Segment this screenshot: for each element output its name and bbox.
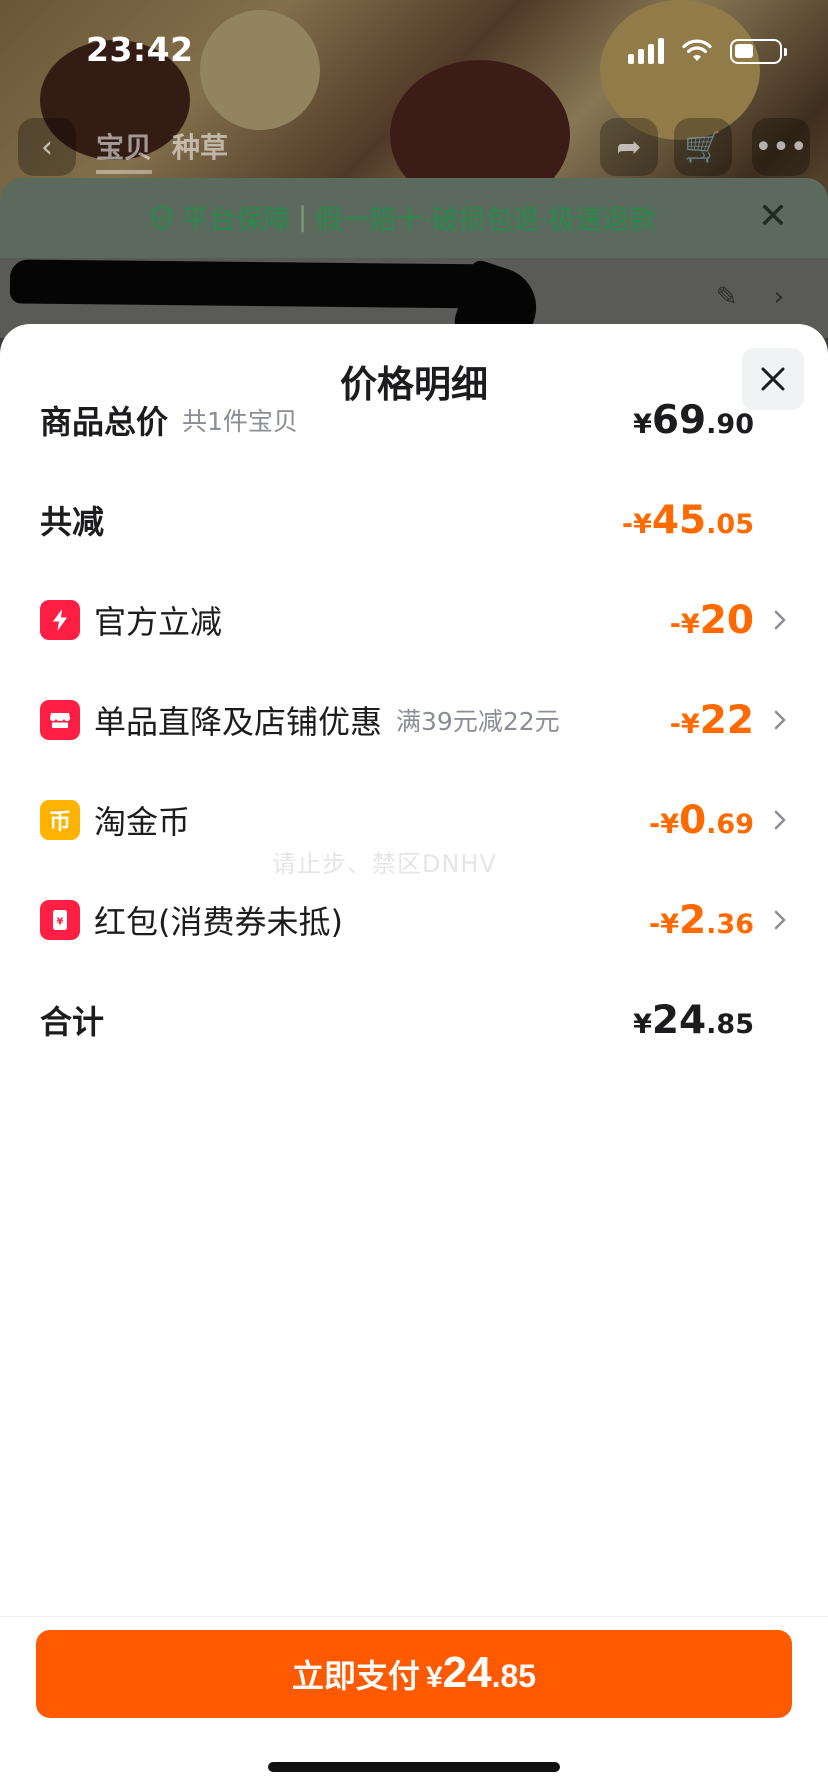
amount-decimal: .85	[706, 1009, 754, 1040]
more-button[interactable]: •••	[752, 118, 810, 176]
row-label: 红包(消费券未抵)	[94, 903, 343, 941]
redaction-mark	[9, 259, 501, 309]
amount-integer: 45	[651, 498, 707, 543]
amount-integer: 0	[679, 798, 707, 843]
row-shop-discount[interactable]: 单品直降及店铺优惠 满39元减22元 -¥ 22	[40, 690, 788, 750]
product-nav: ‹ 宝贝 种草 ➦ 🛒 •••	[0, 118, 828, 182]
chevron-right-icon	[774, 810, 786, 830]
status-bar: 23:42	[0, 0, 828, 100]
guarantee-detail: 假一赔十·破损包退·极速退款	[315, 205, 657, 236]
chevron-right-icon	[774, 710, 786, 730]
pay-currency: ¥	[425, 1661, 443, 1694]
red-packet-icon: ¥	[40, 900, 80, 940]
amount-currency: -¥	[649, 809, 680, 840]
row-amount: -¥ 0.69	[649, 798, 754, 843]
shield-check-icon	[151, 205, 173, 230]
row-label: 合计	[40, 1003, 105, 1041]
amount-currency: ¥	[633, 1009, 652, 1040]
guarantee-separator: |	[298, 202, 308, 233]
row-goods-total: 商品总价 共1件宝贝 ¥69.90	[40, 390, 788, 450]
amount-integer: 24	[651, 998, 707, 1043]
amount-integer: 2	[679, 898, 707, 943]
row-label: 官方立减	[94, 603, 223, 641]
amount-currency: -¥	[669, 609, 700, 640]
status-time: 23:42	[86, 30, 194, 69]
product-tabs: 宝贝 种草	[96, 126, 228, 174]
row-amount: -¥ 2.36	[649, 898, 754, 943]
pay-decimal: .85	[491, 1658, 537, 1694]
pay-divider	[0, 1616, 828, 1617]
pay-now-button[interactable]: 立即支付 ¥24.85	[36, 1630, 792, 1718]
guarantee-close-icon[interactable]: ✕	[758, 196, 788, 237]
shop-icon	[40, 700, 80, 740]
price-detail-sheet: 价格明细 商品总价 共1件宝贝 ¥69.90 共减 -¥ 45.05 官方立减 -…	[0, 324, 828, 1792]
amount-integer: 20	[699, 598, 754, 643]
row-amount: ¥24.85	[633, 998, 754, 1043]
cart-button[interactable]: 🛒	[674, 118, 732, 176]
guarantee-prefix: 平台保障	[182, 205, 290, 236]
row-amount: -¥ 20	[670, 598, 754, 643]
row-sub: 共1件宝贝	[182, 407, 298, 436]
lightning-icon	[40, 600, 80, 640]
guarantee-text: 平台保障 | 假一赔十·破损包退·极速退款	[150, 198, 656, 237]
amount-currency: -¥	[669, 709, 700, 740]
row-total-discount: 共减 -¥ 45.05	[40, 490, 788, 550]
row-taojinbi[interactable]: 币 淘金币 -¥ 0.69	[40, 790, 788, 850]
back-button[interactable]: ‹	[18, 118, 76, 176]
coin-icon-glyph: 币	[48, 810, 71, 835]
coin-icon: 币	[40, 800, 80, 840]
amount-currency: -¥	[649, 909, 680, 940]
more-icon: •••	[754, 129, 808, 165]
share-button[interactable]: ➦	[600, 118, 658, 176]
tab-zhongcao[interactable]: 种草	[172, 126, 228, 174]
pay-integer: 24	[442, 1648, 492, 1697]
row-amount: -¥ 22	[670, 698, 754, 743]
address-strip-icons: ✎ ›	[716, 282, 784, 312]
chevron-right-icon	[774, 910, 786, 930]
amount-currency: ¥	[633, 409, 652, 440]
amount-integer: 69	[651, 398, 707, 443]
cart-icon: 🛒	[684, 129, 722, 165]
amount-currency: -¥	[621, 509, 652, 540]
amount-decimal: .05	[706, 509, 754, 540]
row-label: 淘金币	[94, 803, 191, 841]
pay-label: 立即支付	[291, 1658, 420, 1694]
row-label: 共减	[40, 503, 105, 541]
home-indicator[interactable]	[268, 1762, 560, 1772]
battery-icon	[730, 38, 787, 64]
close-icon	[761, 367, 785, 391]
amount-integer: 22	[699, 698, 754, 743]
tab-baobei[interactable]: 宝贝	[96, 126, 153, 174]
wifi-icon	[682, 39, 712, 61]
status-icons	[628, 38, 787, 64]
row-grand-total: 合计 ¥24.85	[40, 990, 788, 1050]
chevron-right-icon[interactable]: ›	[774, 282, 784, 312]
edit-icon[interactable]: ✎	[716, 282, 738, 312]
chevron-left-icon: ‹	[41, 129, 53, 165]
amount-decimal: .69	[706, 809, 754, 840]
share-icon: ➦	[616, 129, 642, 165]
row-sub: 满39元减22元	[396, 707, 560, 736]
row-label: 单品直降及店铺优惠	[94, 703, 383, 741]
signal-icon	[628, 38, 664, 64]
row-red-packet[interactable]: ¥ 红包(消费券未抵) -¥ 2.36	[40, 890, 788, 950]
row-official-discount[interactable]: 官方立减 -¥ 20	[40, 590, 788, 650]
chevron-right-icon	[774, 610, 786, 630]
row-label: 商品总价	[40, 403, 169, 441]
svg-text:¥: ¥	[57, 917, 64, 928]
amount-decimal: .36	[706, 909, 754, 940]
watermark-text: 请止步、禁区DNHV	[272, 850, 497, 878]
amount-decimal: .90	[706, 409, 754, 440]
row-amount: -¥ 45.05	[622, 498, 754, 543]
row-amount: ¥69.90	[633, 398, 754, 443]
guarantee-bar: 平台保障 | 假一赔十·破损包退·极速退款 ✕	[0, 178, 828, 258]
